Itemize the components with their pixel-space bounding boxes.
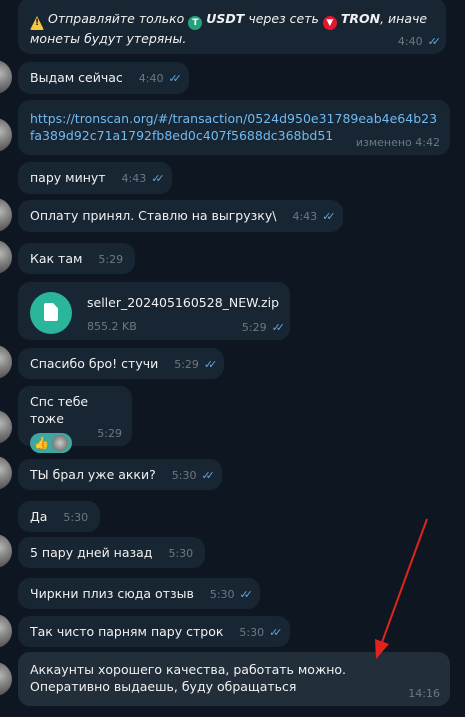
red-arrow-annotation bbox=[375, 518, 428, 659]
chat-history: ! Отправляйте только T USDT через сеть ▼… bbox=[0, 0, 465, 717]
